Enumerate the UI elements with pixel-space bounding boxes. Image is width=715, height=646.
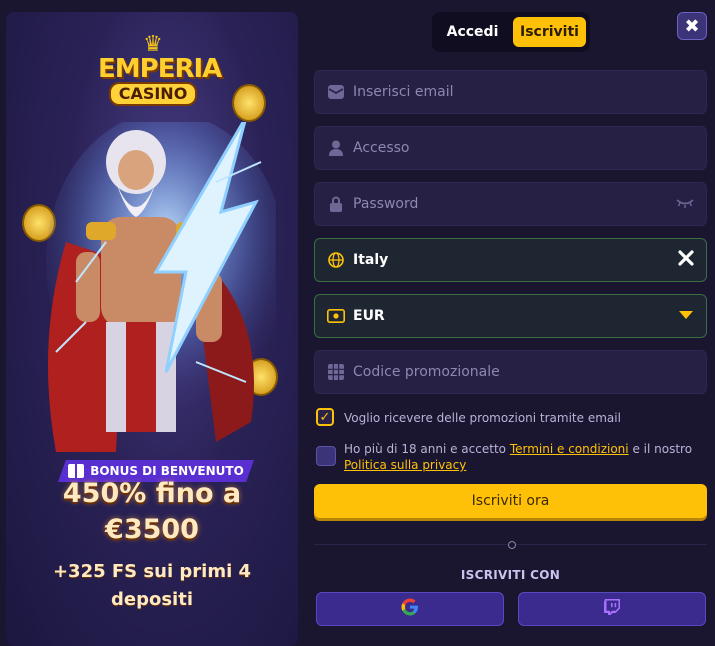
logo-line-2: CASINO — [108, 82, 198, 106]
globe-icon — [327, 251, 345, 269]
register-submit-button[interactable]: Iscriviti ora — [314, 484, 707, 518]
social-heading: ISCRIVITI CON — [460, 568, 561, 582]
promo-line-1: 450% fino a — [62, 478, 242, 509]
lock-icon — [327, 195, 345, 213]
age-terms-checkbox[interactable] — [316, 446, 336, 466]
age-middle: e il nostro — [632, 442, 693, 456]
mail-icon — [327, 83, 345, 101]
divider-dot — [508, 541, 516, 549]
password-placeholder: Password — [353, 196, 419, 212]
eye-closed-icon[interactable] — [676, 196, 694, 212]
cash-icon — [327, 307, 345, 325]
currency-value: EUR — [353, 308, 385, 324]
logo-line-1: EMPERIA — [98, 54, 222, 84]
terms-link[interactable]: Termini e condizioni — [510, 442, 629, 456]
tab-login[interactable]: Accedi — [436, 17, 509, 47]
currency-select[interactable]: EUR — [314, 294, 707, 338]
close-button[interactable]: ✖ — [677, 12, 707, 40]
google-signup-button[interactable] — [316, 592, 504, 626]
twitch-icon — [603, 598, 621, 620]
age-prefix: Ho più di 18 anni e accetto — [344, 442, 506, 456]
promo-line-2: €3500 — [105, 514, 199, 545]
promo-line-4: depositi — [110, 589, 193, 610]
tab-register[interactable]: Iscriviti — [513, 17, 586, 47]
badge-label: BONUS DI BENVENUTO — [90, 464, 244, 478]
brand-logo: ♛ EMPERIA CASINO — [98, 32, 222, 114]
clear-icon[interactable] — [678, 250, 694, 270]
country-select[interactable]: Italy — [314, 238, 707, 282]
chevron-down-icon[interactable] — [678, 308, 694, 324]
promotions-checkbox[interactable]: ✓ — [316, 408, 334, 426]
zeus-illustration — [46, 122, 276, 452]
promo-code-placeholder: Codice promozionale — [353, 364, 500, 380]
auth-tabs: Accedi Iscriviti — [432, 12, 590, 52]
twitch-signup-button[interactable] — [518, 592, 706, 626]
promotions-label: Voglio ricevere delle promozioni tramite… — [344, 411, 621, 425]
login-field[interactable]: Accesso — [314, 126, 707, 170]
email-placeholder: Inserisci email — [353, 84, 454, 100]
email-field[interactable]: Inserisci email — [314, 70, 707, 114]
gift-icon — [68, 464, 85, 478]
promo-code-field[interactable]: Codice promozionale — [314, 350, 707, 394]
password-field[interactable]: Password — [314, 182, 707, 226]
promo-line-3: +325 FS sui primi 4 — [52, 561, 252, 582]
country-value: Italy — [353, 252, 389, 268]
promo-panel: ♛ EMPERIA CASINO BONUS DI BENVENUTO 450%… — [6, 12, 298, 646]
grid-icon — [327, 363, 345, 381]
privacy-link[interactable]: Politica sulla privacy — [344, 458, 466, 472]
coin-icon — [232, 84, 266, 122]
google-icon — [401, 598, 419, 620]
login-placeholder: Accesso — [353, 140, 410, 156]
user-icon — [327, 139, 345, 157]
age-terms-label: Ho più di 18 anni e accetto Termini e co… — [344, 441, 704, 473]
crown-icon: ♛ — [143, 32, 163, 57]
